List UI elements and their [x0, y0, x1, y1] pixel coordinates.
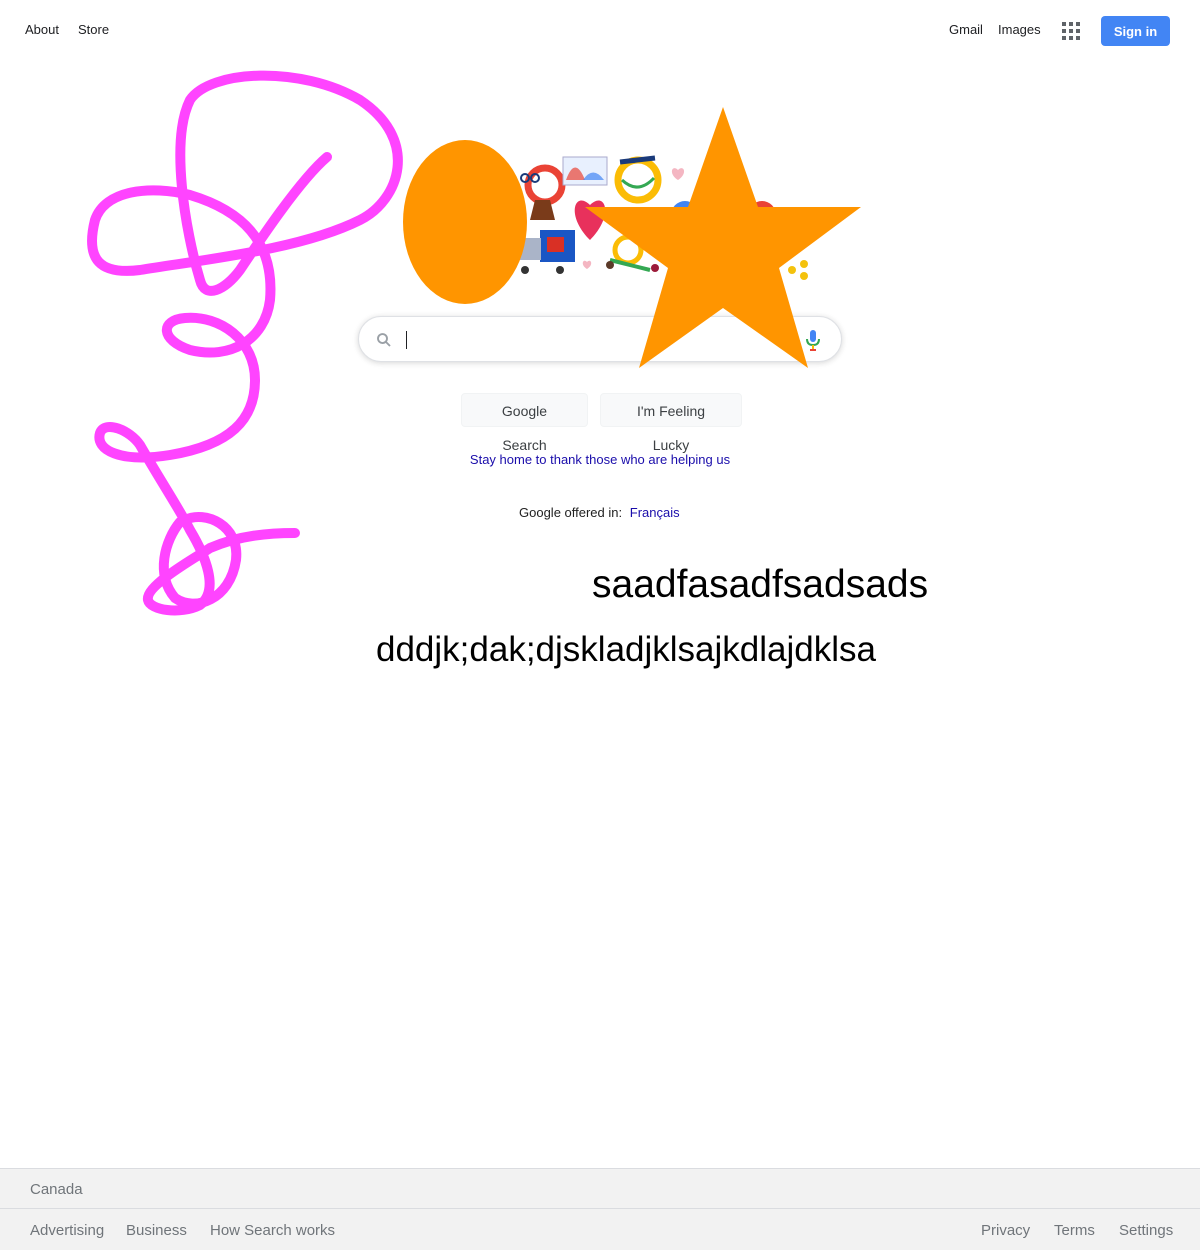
footer-terms-link[interactable]: Terms [1054, 1222, 1095, 1239]
footer: Canada Advertising Business How Search w… [0, 1168, 1200, 1250]
footer-country: Canada [30, 1181, 83, 1198]
gmail-link[interactable]: Gmail [949, 22, 983, 37]
footer-advertising-link[interactable]: Advertising [30, 1222, 104, 1239]
store-link[interactable]: Store [78, 22, 109, 37]
mic-icon[interactable] [805, 329, 821, 351]
inserted-text-2: dddjk;dak;djskladjklsajkdlajdklsa [376, 630, 876, 669]
magenta-scribble [87, 70, 403, 616]
search-box[interactable] [358, 316, 842, 362]
magenta-scribble-loop [158, 511, 242, 609]
inserted-text-1: saadfasadfsadsads [592, 563, 929, 606]
images-link[interactable]: Images [998, 22, 1041, 37]
google-doodle[interactable] [400, 120, 820, 295]
footer-privacy-link[interactable]: Privacy [981, 1222, 1030, 1239]
promo-link[interactable]: Stay home to thank those who are helping… [0, 452, 1200, 467]
apps-grid-icon[interactable] [1062, 22, 1080, 40]
sign-in-button[interactable]: Sign in [1101, 16, 1170, 46]
search-input[interactable] [405, 327, 789, 353]
footer-country-row: Canada [0, 1168, 1200, 1209]
about-link[interactable]: About [25, 22, 59, 37]
footer-how-search-works-link[interactable]: How Search works [210, 1222, 335, 1239]
text-caret [406, 331, 407, 349]
language-offer-label: Google offered in: [519, 505, 623, 520]
language-offer: Google offered in: Français [519, 505, 680, 520]
search-icon [377, 333, 391, 347]
feeling-lucky-button[interactable]: I'm Feeling Lucky [600, 393, 742, 453]
google-search-button[interactable]: Google Search [461, 393, 588, 453]
footer-settings-link[interactable]: Settings [1119, 1222, 1173, 1239]
language-link-francais[interactable]: Français [630, 505, 680, 520]
footer-business-link[interactable]: Business [126, 1222, 187, 1239]
